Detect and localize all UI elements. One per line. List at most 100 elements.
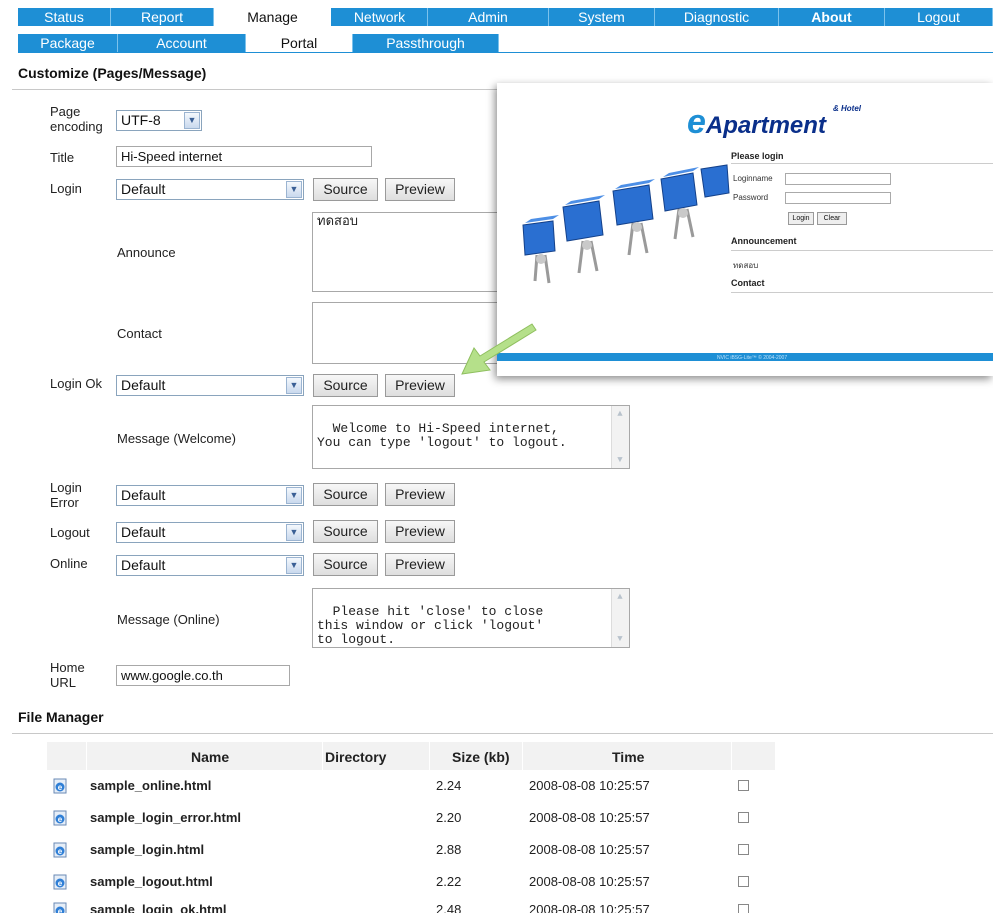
tab-admin[interactable]: Admin bbox=[428, 8, 549, 26]
tab-status[interactable]: Status bbox=[18, 8, 111, 26]
column-divider bbox=[322, 742, 323, 770]
preview-footer-text: NVIC iBSG-Lite™ © 2004-2007 bbox=[717, 355, 788, 361]
chevron-down-icon: ▼ bbox=[184, 112, 200, 129]
page-encoding-select[interactable]: UTF-8 ▼ bbox=[116, 110, 202, 131]
online-preview-button[interactable]: Preview bbox=[385, 553, 455, 576]
chevron-down-icon[interactable]: ▼ bbox=[613, 632, 627, 646]
login-preview-button[interactable]: Preview bbox=[385, 178, 455, 201]
file-size: 2.20 bbox=[436, 810, 462, 825]
login-error-value: Default bbox=[121, 487, 166, 503]
subtab-package[interactable]: Package bbox=[18, 34, 118, 52]
title-input[interactable]: Hi-Speed internet bbox=[116, 146, 372, 167]
chevron-down-icon: ▼ bbox=[286, 377, 302, 394]
tab-report[interactable]: Report bbox=[111, 8, 214, 26]
column-directory[interactable]: Directory bbox=[325, 749, 386, 765]
password-label: Password bbox=[733, 193, 769, 202]
file-table-header: Name Directory Size (kb) Time bbox=[47, 742, 775, 770]
table-row[interactable]: e sample_login_error.html 2.20 2008-08-0… bbox=[47, 802, 775, 834]
login-value: Default bbox=[121, 181, 166, 197]
login-ok-preview-button[interactable]: Preview bbox=[385, 374, 455, 397]
column-divider bbox=[522, 742, 523, 770]
login-error-source-button[interactable]: Source bbox=[313, 483, 378, 506]
www-illustration bbox=[522, 164, 730, 284]
file-name[interactable]: sample_logout.html bbox=[90, 874, 213, 889]
login-ok-select[interactable]: Default ▼ bbox=[116, 375, 304, 396]
login-source-button[interactable]: Source bbox=[313, 178, 378, 201]
column-divider bbox=[731, 742, 732, 770]
online-select[interactable]: Default ▼ bbox=[116, 555, 304, 576]
tab-logout[interactable]: Logout bbox=[885, 8, 993, 26]
select-checkbox[interactable] bbox=[738, 812, 749, 823]
select-checkbox[interactable] bbox=[738, 780, 749, 791]
login-ok-value: Default bbox=[121, 377, 166, 393]
divider bbox=[731, 250, 993, 251]
logout-source-button[interactable]: Source bbox=[313, 520, 378, 543]
welcome-textarea[interactable]: Welcome to Hi-Speed internet, You can ty… bbox=[312, 405, 630, 469]
subtab-account[interactable]: Account bbox=[118, 34, 246, 52]
chevron-down-icon: ▼ bbox=[286, 487, 302, 504]
tab-manage[interactable]: Manage bbox=[214, 8, 332, 26]
ie-html-file-icon: e bbox=[53, 842, 67, 858]
select-checkbox[interactable] bbox=[738, 876, 749, 887]
file-name[interactable]: sample_online.html bbox=[90, 778, 211, 793]
table-row[interactable]: e sample_online.html 2.24 2008-08-08 10:… bbox=[47, 770, 775, 802]
column-divider bbox=[86, 742, 87, 770]
file-name[interactable]: sample_login.html bbox=[90, 842, 204, 857]
subtab-passthrough[interactable]: Passthrough bbox=[353, 34, 499, 52]
chevron-down-icon[interactable]: ▼ bbox=[613, 453, 627, 467]
sub-nav: Package Account Portal Passthrough bbox=[18, 34, 499, 52]
announce-textarea[interactable]: ทดสอบ bbox=[312, 212, 500, 292]
welcome-label: Message (Welcome) bbox=[117, 431, 236, 446]
select-checkbox[interactable] bbox=[738, 904, 749, 913]
column-name[interactable]: Name bbox=[191, 749, 229, 765]
svg-text:e: e bbox=[58, 879, 63, 888]
login-error-label: Login Error bbox=[50, 480, 82, 510]
login-select[interactable]: Default ▼ bbox=[116, 179, 304, 200]
subtab-portal[interactable]: Portal bbox=[246, 34, 353, 52]
password-input bbox=[785, 192, 891, 204]
file-name[interactable]: sample_login_error.html bbox=[90, 810, 241, 825]
chevron-down-icon: ▼ bbox=[286, 557, 302, 574]
ie-html-file-icon: e bbox=[53, 874, 67, 890]
tab-network[interactable]: Network bbox=[332, 8, 428, 26]
tab-system[interactable]: System bbox=[549, 8, 655, 26]
logout-label: Logout bbox=[50, 525, 90, 540]
column-size[interactable]: Size (kb) bbox=[452, 749, 510, 765]
chevron-down-icon: ▼ bbox=[286, 524, 302, 541]
page-encoding-value: UTF-8 bbox=[121, 112, 161, 128]
table-row[interactable]: e sample_login.html 2.88 2008-08-08 10:2… bbox=[47, 834, 775, 866]
online-message-textarea[interactable]: Please hit 'close' to close this window … bbox=[312, 588, 630, 648]
ie-html-file-icon: e bbox=[53, 810, 67, 826]
online-source-button[interactable]: Source bbox=[313, 553, 378, 576]
table-row[interactable]: e sample_login_ok.html 2.48 2008-08-08 1… bbox=[47, 894, 775, 913]
logo-text: Apartment bbox=[705, 112, 826, 139]
home-url-input[interactable]: www.google.co.th bbox=[116, 665, 290, 686]
logout-select[interactable]: Default ▼ bbox=[116, 522, 304, 543]
login-ok-source-button[interactable]: Source bbox=[313, 374, 378, 397]
file-time: 2008-08-08 10:25:57 bbox=[529, 902, 650, 913]
scrollbar[interactable]: ▲ ▼ bbox=[611, 406, 629, 468]
login-error-select[interactable]: Default ▼ bbox=[116, 485, 304, 506]
announcement-title: Announcement bbox=[731, 236, 797, 246]
svg-text:e: e bbox=[58, 907, 63, 913]
chevron-up-icon[interactable]: ▲ bbox=[613, 590, 627, 604]
file-manager-title: File Manager bbox=[18, 709, 104, 725]
scrollbar[interactable]: ▲ ▼ bbox=[611, 589, 629, 647]
logo-e: e bbox=[687, 103, 706, 141]
logout-preview-button[interactable]: Preview bbox=[385, 520, 455, 543]
tab-diagnostic[interactable]: Diagnostic bbox=[655, 8, 779, 26]
select-checkbox[interactable] bbox=[738, 844, 749, 855]
section-divider bbox=[12, 89, 497, 90]
arrow-icon bbox=[461, 323, 537, 375]
title-label: Title bbox=[50, 150, 75, 165]
file-name[interactable]: sample_login_ok.html bbox=[90, 902, 227, 913]
tab-about[interactable]: About bbox=[779, 8, 885, 26]
loginname-input bbox=[785, 173, 891, 185]
column-time[interactable]: Time bbox=[612, 749, 644, 765]
contact-label: Contact bbox=[117, 326, 162, 341]
chevron-up-icon[interactable]: ▲ bbox=[613, 407, 627, 421]
login-error-preview-button[interactable]: Preview bbox=[385, 483, 455, 506]
login-ok-label: Login Ok bbox=[50, 376, 103, 391]
svg-text:e: e bbox=[58, 815, 63, 824]
divider bbox=[731, 292, 993, 293]
